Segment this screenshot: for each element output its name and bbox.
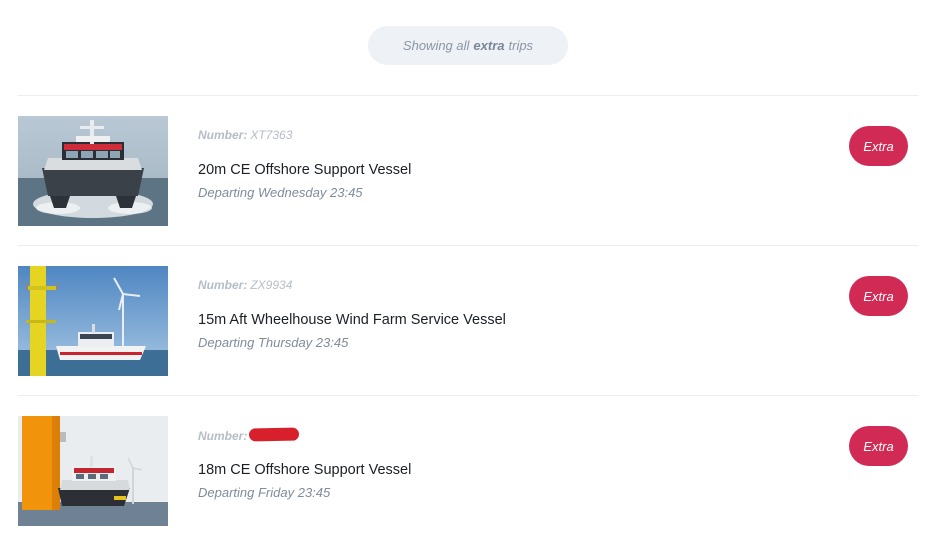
- trip-number: Number:: [198, 427, 300, 443]
- trip-card[interactable]: Number: XT7363 20m CE Offshore Support Ve…: [18, 116, 918, 226]
- number-value: ZX9934: [250, 278, 293, 292]
- trip-card[interactable]: Number: ZX9934 15m Aft Wheelhouse Wind Fa…: [18, 266, 918, 376]
- filter-prefix: Showing all: [402, 38, 470, 53]
- number-label: Number:: [198, 429, 248, 443]
- number-label: Number:: [198, 128, 248, 142]
- number-label: Number:: [198, 278, 248, 292]
- trip-card[interactable]: Number: 18m CE Offshore Support Vessel D…: [18, 416, 918, 526]
- trip-title[interactable]: 15m Aft Wheelhouse Wind Farm Service Ves…: [198, 312, 506, 328]
- departure-time: Departing Wednesday 23:45: [198, 185, 363, 200]
- vessel-photo: [18, 116, 168, 226]
- trip-filter-pill[interactable]: Showing all extra trips: [368, 26, 568, 65]
- vessel-photo: [18, 266, 168, 376]
- departure-time: Departing Friday 23:45: [198, 485, 331, 500]
- extra-badge[interactable]: Extra: [849, 276, 908, 316]
- trip-title[interactable]: 18m CE Offshore Support Vessel: [198, 462, 411, 478]
- departure-time: Departing Thursday 23:45: [198, 335, 349, 350]
- vessel-photo: [18, 416, 168, 526]
- filter-suffix: trips: [508, 38, 534, 53]
- extra-badge[interactable]: Extra: [849, 126, 908, 166]
- extra-badge[interactable]: Extra: [849, 426, 908, 466]
- number-value: XT7363: [250, 128, 293, 142]
- trip-title[interactable]: 20m CE Offshore Support Vessel: [198, 162, 411, 178]
- divider: [18, 395, 918, 396]
- divider: [18, 95, 918, 96]
- trip-number: Number: XT7363: [198, 128, 292, 142]
- redacted-number-mark: [249, 427, 300, 442]
- divider: [18, 245, 918, 246]
- filter-highlight: extra: [473, 38, 505, 53]
- trip-number: Number: ZX9934: [198, 278, 292, 292]
